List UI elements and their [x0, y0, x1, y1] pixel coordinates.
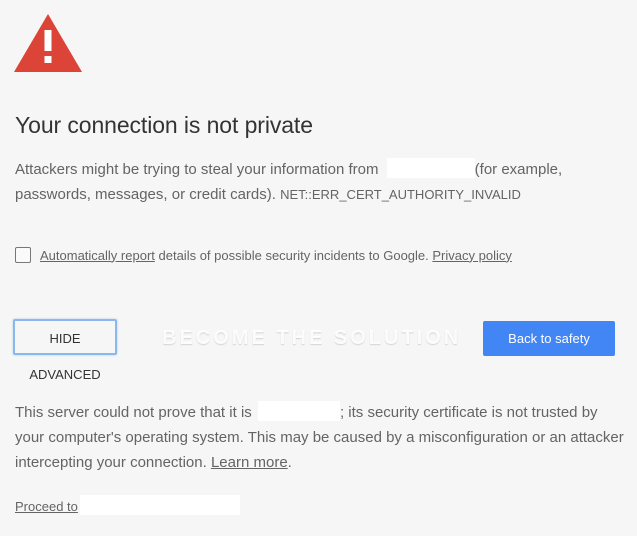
proceed-row: Proceed to	[15, 495, 240, 517]
warning-triangle-icon	[14, 14, 82, 72]
error-code: NET::ERR_CERT_AUTHORITY_INVALID	[280, 187, 521, 202]
back-to-safety-button[interactable]: Back to safety	[483, 321, 615, 356]
period: .	[287, 454, 292, 471]
learn-more-link[interactable]: Learn more	[211, 454, 288, 471]
report-option: Automatically report details of possible…	[15, 247, 512, 263]
page-title: Your connection is not private	[15, 112, 313, 138]
intro-paragraph: Attackers might be trying to steal your …	[15, 157, 625, 207]
watermark: BECOME THE SOLUTION	[162, 327, 462, 349]
details-paragraph: This server could not prove that it is ;…	[15, 400, 625, 475]
hide-advanced-button[interactable]: HIDE ADVANCED	[13, 319, 117, 382]
proceed-link[interactable]: Proceed to	[15, 499, 78, 514]
details-text: This server could not prove that it is	[15, 404, 256, 421]
report-text: details of possible security incidents t…	[154, 247, 433, 263]
intro-text: Attackers might be trying to steal your …	[15, 161, 383, 178]
redacted-site-name	[386, 158, 475, 178]
privacy-policy-link[interactable]: Privacy policy	[432, 248, 511, 263]
redacted-site-name	[79, 495, 240, 515]
report-checkbox[interactable]	[15, 247, 31, 263]
redacted-site-name	[257, 401, 340, 421]
automatically-report-link[interactable]: Automatically report	[40, 248, 155, 263]
